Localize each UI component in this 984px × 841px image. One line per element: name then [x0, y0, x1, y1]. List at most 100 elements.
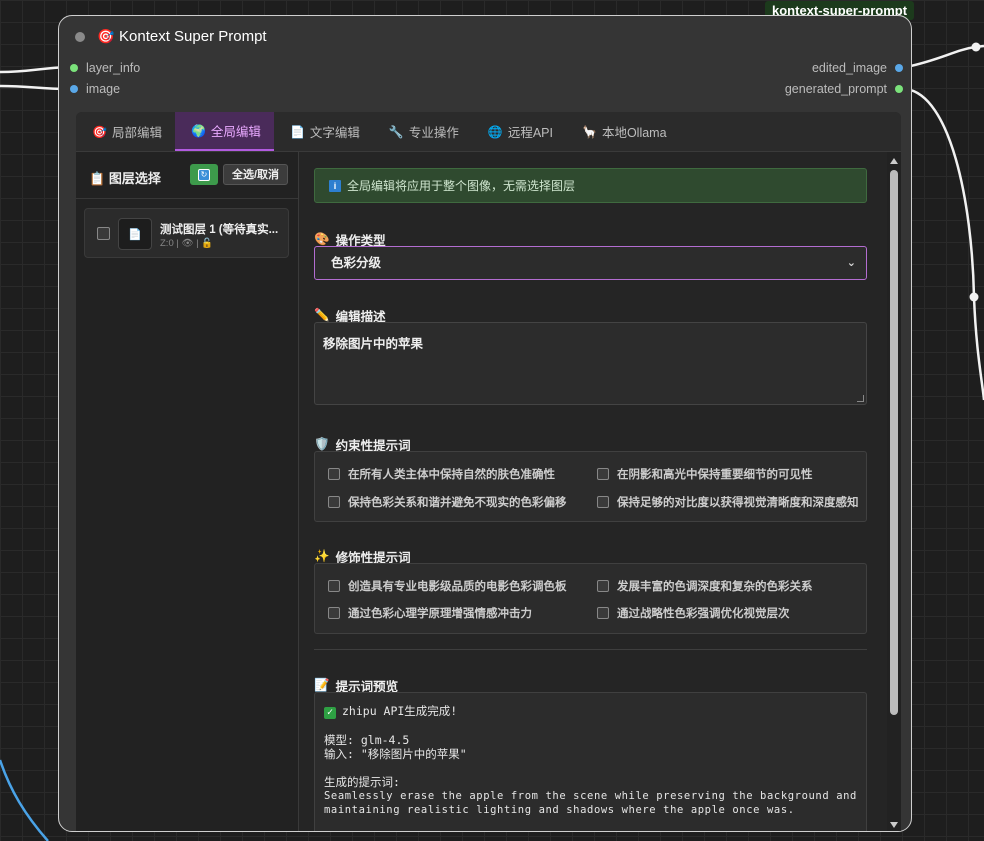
operation-type-value: 色彩分级	[331, 256, 382, 270]
layer-panel: 📋 图层选择 ↻ 全选/取消 📄 测试图层 1 (等待真实... Z:0 | 👁…	[76, 152, 299, 831]
option-label: 在所有人类主体中保持自然的肤色准确性	[348, 469, 555, 481]
output-slot-edited-image[interactable]: edited_image	[812, 61, 903, 75]
checkbox[interactable]	[597, 580, 609, 592]
constraint-option[interactable]: 保持色彩关系和谐并避免不现实的色彩偏移	[328, 494, 567, 510]
output-slot-generated-prompt[interactable]: generated_prompt	[785, 82, 903, 96]
constraint-option[interactable]: 在阴影和高光中保持重要细节的可见性	[597, 466, 813, 482]
tab-label: 远程API	[507, 126, 553, 140]
vertical-scrollbar[interactable]	[887, 152, 901, 831]
info-icon: i	[329, 179, 341, 192]
checkbox[interactable]	[597, 496, 609, 508]
chevron-down-icon: ⌄	[846, 257, 856, 269]
input-dot-icon[interactable]	[70, 85, 78, 93]
check-icon: ✓	[324, 707, 336, 719]
tab-text-edit[interactable]: 📄 文字编辑	[274, 112, 373, 151]
preview-input-line: 输入: "移除图片中的苹果"	[324, 747, 467, 761]
option-label: 保持色彩关系和谐并避免不现实的色彩偏移	[348, 497, 567, 509]
checkbox[interactable]	[597, 607, 609, 619]
preview-status: zhipu API生成完成!	[342, 704, 458, 718]
sparkles-icon: ✨	[314, 549, 330, 563]
preview-generated-label: 生成的提示词:	[324, 775, 400, 789]
tab-label: 文字编辑	[309, 126, 360, 140]
info-banner: i 全局编辑将应用于整个图像，无需选择图层	[314, 168, 867, 203]
output-label: generated_prompt	[784, 82, 887, 96]
scroll-down-arrow-icon[interactable]	[890, 822, 898, 828]
palette-icon: 🎨	[314, 232, 330, 246]
tab-global-edit[interactable]: 🌍 全局编辑	[174, 112, 274, 151]
editor-panel: 🎯 局部编辑 🌍 全局编辑 📄 文字编辑 🔧 专业操作 🌐 远程API 🦙 本地…	[76, 112, 901, 831]
globe-icon: 🌍	[190, 123, 206, 138]
tab-remote-api[interactable]: 🌐 远程API	[472, 112, 566, 151]
node-title: Kontext Super Prompt	[119, 28, 267, 45]
document-icon: 📄	[128, 228, 142, 241]
llama-icon: 🦙	[581, 124, 597, 139]
constraint-prompts-box: 在所有人类主体中保持自然的肤色准确性 在阴影和高光中保持重要细节的可见性 保持色…	[314, 451, 867, 522]
scrollbar-thumb[interactable]	[890, 170, 898, 715]
checkbox[interactable]	[328, 496, 340, 508]
document-icon: 📄	[289, 124, 305, 139]
network-globe-icon: 🌐	[487, 124, 503, 139]
option-label: 发展丰富的色调深度和复杂的色彩关系	[617, 581, 813, 593]
layer-item[interactable]: 📄 测试图层 1 (等待真实... Z:0 | 👁 | 🔓	[84, 208, 289, 258]
decorative-option[interactable]: 发展丰富的色调深度和复杂的色彩关系	[597, 578, 813, 594]
input-label: image	[86, 82, 121, 96]
tab-label: 局部编辑	[111, 126, 162, 140]
option-label: 保持足够的对比度以获得视觉清晰度和深度感知	[617, 497, 859, 509]
option-label: 通过战略性色彩强调优化视觉层次	[617, 608, 790, 620]
decorative-option[interactable]: 通过战略性色彩强调优化视觉层次	[597, 605, 790, 621]
operation-type-select[interactable]: 色彩分级 ⌄	[314, 246, 867, 280]
input-slot-image[interactable]: image	[70, 82, 120, 96]
prompt-preview-box[interactable]: ✓ zhipu API生成完成! 模型: glm-4.5 输入: "移除图片中的苹…	[314, 692, 867, 831]
clipboard-icon: 📋	[89, 171, 106, 186]
target-icon: 🎯	[92, 124, 107, 139]
tab-label: 专业操作	[408, 126, 459, 140]
memo-icon: 📝	[314, 678, 330, 692]
preview-model-line: 模型: glm-4.5	[324, 733, 410, 747]
constraint-option[interactable]: 在所有人类主体中保持自然的肤色准确性	[328, 466, 555, 482]
preview-generated-line: maintaining realistic lighting and shado…	[324, 804, 795, 816]
option-label: 通过色彩心理学原理增强情感冲击力	[348, 608, 532, 620]
input-slot-layer-info[interactable]: layer_info	[70, 61, 140, 75]
checkbox[interactable]	[328, 607, 340, 619]
option-label: 在阴影和高光中保持重要细节的可见性	[617, 469, 813, 481]
input-label: layer_info	[86, 61, 141, 75]
kontext-super-prompt-node[interactable]: 🎯 Kontext Super Prompt layer_info image …	[58, 15, 912, 832]
layer-meta: Z:0 | 👁 | 🔓	[160, 238, 214, 249]
layer-thumbnail: 📄	[118, 218, 152, 250]
tab-pro-ops[interactable]: 🔧 专业操作	[373, 112, 472, 151]
checkbox[interactable]	[328, 580, 340, 592]
node-title-bar[interactable]: 🎯 Kontext Super Prompt	[59, 16, 911, 58]
tab-bar: 🎯 局部编辑 🌍 全局编辑 📄 文字编辑 🔧 专业操作 🌐 远程API 🦙 本地…	[76, 112, 901, 152]
decorative-option[interactable]: 通过色彩心理学原理增强情感冲击力	[328, 605, 532, 621]
input-dot-icon[interactable]	[70, 64, 78, 72]
target-icon: 🎯	[97, 28, 115, 44]
scroll-up-arrow-icon[interactable]	[890, 158, 898, 164]
edit-description-value: 移除图片中的苹果	[323, 337, 424, 351]
preview-generated-line: Seamlessly erase the apple from the scen…	[324, 790, 857, 802]
layer-panel-title-text: 图层选择	[108, 171, 161, 186]
option-label: 创造具有专业电影级品质的电影色彩调色板	[348, 581, 567, 593]
tab-local-edit[interactable]: 🎯 局部编辑	[76, 112, 175, 151]
refresh-layers-button[interactable]: ↻	[190, 164, 218, 185]
pencil-icon: ✏️	[314, 308, 330, 322]
shield-icon: 🛡️	[314, 437, 330, 451]
layer-checkbox[interactable]	[97, 227, 110, 240]
section-divider	[314, 649, 867, 650]
constraint-option[interactable]: 保持足够的对比度以获得视觉清晰度和深度感知	[597, 494, 859, 510]
select-all-button[interactable]: 全选/取消	[223, 164, 289, 185]
checkbox[interactable]	[328, 468, 340, 480]
edit-description-textarea[interactable]: 移除图片中的苹果	[314, 322, 867, 405]
tab-local-ollama[interactable]: 🦙 本地Ollama	[566, 112, 680, 151]
output-dot-icon[interactable]	[895, 85, 903, 93]
tab-label: 本地Ollama	[601, 126, 667, 140]
checkbox[interactable]	[597, 468, 609, 480]
resize-handle[interactable]	[857, 395, 864, 402]
output-label: edited_image	[811, 61, 887, 75]
global-edit-pane: i 全局编辑将应用于整个图像，无需选择图层 🎨 操作类型 色彩分级 ⌄ ✏️ 编…	[299, 152, 901, 831]
decorative-prompts-box: 创造具有专业电影级品质的电影色彩调色板 发展丰富的色调深度和复杂的色彩关系 通过…	[314, 563, 867, 634]
info-text: 全局编辑将应用于整个图像，无需选择图层	[347, 179, 576, 193]
decorative-option[interactable]: 创造具有专业电影级品质的电影色彩调色板	[328, 578, 567, 594]
output-dot-icon[interactable]	[895, 64, 903, 72]
collapse-toggle[interactable]	[75, 32, 85, 42]
wrench-icon: 🔧	[388, 124, 404, 139]
